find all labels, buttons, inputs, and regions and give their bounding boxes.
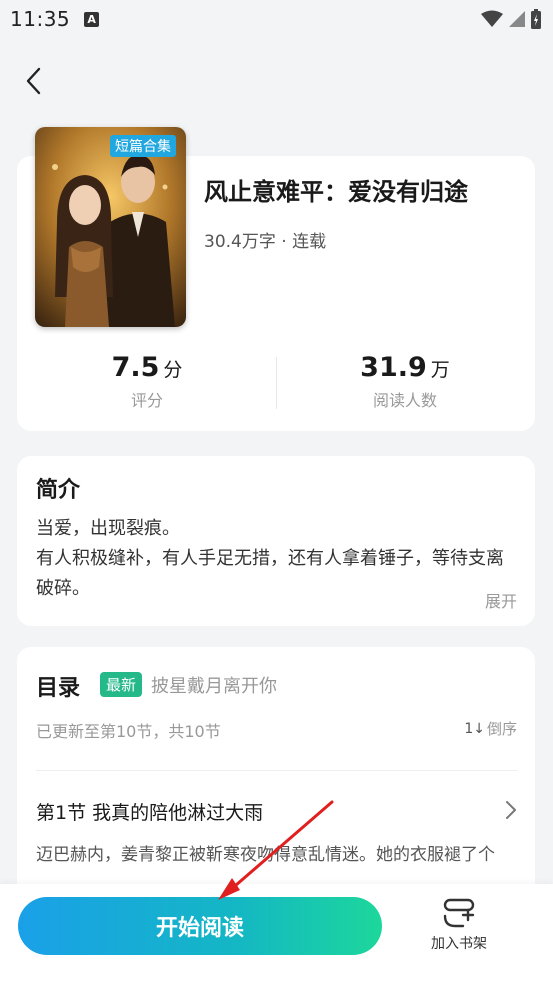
signal-icon [509,11,525,27]
latest-chapter-link[interactable]: 披星戴月离开你 [151,672,277,698]
rating-stat: 7.5 分 评分 [47,352,247,411]
chevron-right-icon[interactable] [505,800,517,824]
readers-label: 阅读人数 [372,391,437,410]
start-reading-button[interactable]: 开始阅读 [18,897,382,955]
app-notification-icon: A [84,11,100,27]
chapter-preview: 迈巴赫内，姜青黎正被靳寒夜吻得意乱情迷。她的衣服褪了个 [36,845,495,865]
cover-illustration [35,127,186,327]
stat-divider [276,357,277,409]
readers-stat: 31.9 万 阅读人数 [305,352,505,411]
add-to-shelf-label: 加入书架 [431,936,487,952]
chevron-left-icon [26,67,41,95]
wifi-icon [481,10,503,27]
chapter-item[interactable]: 第1节 我真的陪他淋过大雨 [36,798,263,825]
sort-label: 倒序 [486,720,517,738]
intro-heading: 简介 [36,478,81,503]
bookshelf-icon [443,898,475,928]
back-button[interactable] [18,62,48,100]
sort-toggle[interactable]: 1↓ 倒序 [464,718,517,739]
update-info: 已更新至第10节，共10节 [36,722,221,741]
status-bar: 11:35 A [0,0,553,38]
intro-text: 当爱，出现裂痕。 有人积极缝补，有人手足无措，还有人拿着锤子，等待支离破碎。 [36,514,521,604]
rating-value: 7.5 [111,352,160,383]
rating-label: 评分 [130,391,163,410]
intro-line-1: 当爱，出现裂痕。 [36,518,180,539]
expand-link[interactable]: 展开 [485,588,517,612]
cover-badge: 短篇合集 [110,135,176,157]
book-cover[interactable] [35,127,186,327]
new-badge: 最新 [100,672,143,697]
toc-heading[interactable]: 目录 [36,670,80,702]
battery-icon [531,9,541,29]
book-meta: 30.4万字 · 连载 [204,232,327,252]
toc-divider [36,770,517,771]
book-title: 风止意难平：爱没有归途 [204,178,468,206]
sort-icon: 1↓ [464,720,485,737]
readers-value: 31.9 [360,352,427,383]
add-to-shelf-button[interactable]: 加入书架 [420,897,498,959]
intro-line-2: 有人积极缝补，有人手足无措，还有人拿着锤子，等待支离破碎。 [36,548,504,599]
status-time: 11:35 [10,7,71,31]
readers-unit: 万 [430,359,450,381]
rating-unit: 分 [163,359,183,381]
